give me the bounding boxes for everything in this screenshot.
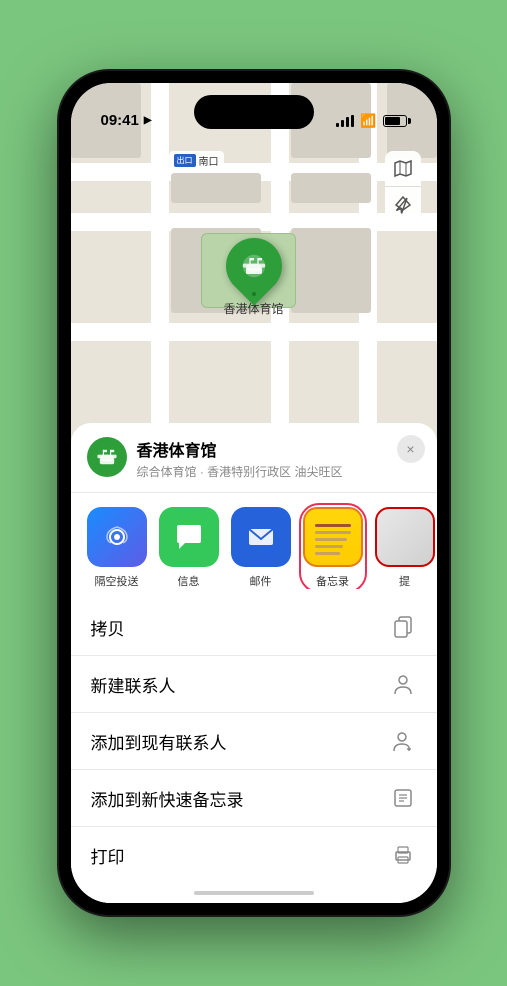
time-display: 09:41 bbox=[101, 112, 139, 129]
action-quick-note[interactable]: 添加到新快速备忘录 bbox=[71, 770, 437, 827]
share-item-messages[interactable]: 信息 bbox=[159, 507, 219, 589]
status-icons: 📶 bbox=[336, 113, 406, 129]
map-road bbox=[71, 323, 437, 341]
place-card: 香港体育馆 综合体育馆 · 香港特别行政区 油尖旺区 × bbox=[71, 423, 437, 493]
person-add-icon bbox=[389, 727, 417, 755]
quick-note-label: 添加到新快速备忘录 bbox=[91, 786, 244, 811]
wifi-icon: 📶 bbox=[360, 113, 376, 129]
phone-frame: 09:41 ▶ 📶 bbox=[59, 71, 449, 915]
place-info: 香港体育馆 综合体育馆 · 香港特别行政区 油尖旺区 bbox=[137, 437, 421, 480]
messages-label: 信息 bbox=[178, 573, 200, 589]
action-new-contact[interactable]: 新建联系人 bbox=[71, 656, 437, 713]
action-copy[interactable]: 拷贝 bbox=[71, 599, 437, 656]
mail-svg bbox=[245, 521, 277, 553]
label-text: 南口 bbox=[199, 153, 219, 168]
location-button[interactable] bbox=[385, 187, 421, 223]
new-contact-label: 新建联系人 bbox=[91, 672, 176, 697]
action-print[interactable]: 打印 bbox=[71, 827, 437, 883]
home-indicator bbox=[194, 891, 314, 895]
airdrop-svg bbox=[101, 521, 133, 553]
stadium-pin[interactable]: 香港体育馆 bbox=[223, 238, 283, 317]
person-icon bbox=[389, 670, 417, 698]
share-item-more[interactable]: 提 bbox=[375, 507, 435, 589]
signal-icon bbox=[336, 115, 354, 127]
status-time: 09:41 ▶ bbox=[101, 112, 152, 129]
notes-icon bbox=[303, 507, 363, 567]
share-item-notes[interactable]: 备忘录 bbox=[303, 507, 363, 589]
location-arrow-icon: ▶ bbox=[144, 115, 152, 126]
add-contact-label: 添加到现有联系人 bbox=[91, 729, 227, 754]
mail-icon bbox=[231, 507, 291, 567]
phone-screen: 09:41 ▶ 📶 bbox=[71, 83, 437, 903]
share-item-airdrop[interactable]: 隔空投送 bbox=[87, 507, 147, 589]
mail-label: 邮件 bbox=[250, 573, 272, 589]
map-type-button[interactable] bbox=[385, 151, 421, 187]
location-arrow-icon bbox=[394, 196, 412, 214]
place-stadium-icon bbox=[95, 445, 119, 469]
bottom-sheet: 香港体育馆 综合体育馆 · 香港特别行政区 油尖旺区 × bbox=[71, 423, 437, 903]
map-label: 出口 南口 bbox=[169, 151, 224, 170]
print-label: 打印 bbox=[91, 843, 125, 868]
more-label: 提 bbox=[399, 573, 410, 589]
place-icon bbox=[87, 437, 127, 477]
battery-icon bbox=[383, 115, 407, 127]
place-subtitle: 综合体育馆 · 香港特别行政区 油尖旺区 bbox=[137, 463, 421, 480]
map-icon bbox=[393, 159, 413, 179]
place-name: 香港体育馆 bbox=[137, 437, 421, 461]
close-button[interactable]: × bbox=[397, 435, 425, 463]
dynamic-island bbox=[194, 95, 314, 129]
messages-icon bbox=[159, 507, 219, 567]
exit-badge: 出口 bbox=[174, 154, 196, 167]
share-row: 隔空投送 信息 bbox=[71, 493, 437, 589]
action-add-contact[interactable]: 添加到现有联系人 bbox=[71, 713, 437, 770]
notes-label: 备忘录 bbox=[316, 573, 349, 589]
copy-icon bbox=[389, 613, 417, 641]
messages-svg bbox=[173, 521, 205, 553]
more-icon bbox=[375, 507, 435, 567]
print-icon bbox=[389, 841, 417, 869]
map-controls[interactable] bbox=[385, 151, 421, 223]
copy-label: 拷贝 bbox=[91, 615, 125, 640]
airdrop-icon bbox=[87, 507, 147, 567]
airdrop-label: 隔空投送 bbox=[95, 573, 139, 589]
stadium-svg-icon bbox=[237, 250, 269, 282]
note-icon bbox=[389, 784, 417, 812]
share-item-mail[interactable]: 邮件 bbox=[231, 507, 291, 589]
action-list: 拷贝 新建联系人 bbox=[71, 599, 437, 883]
